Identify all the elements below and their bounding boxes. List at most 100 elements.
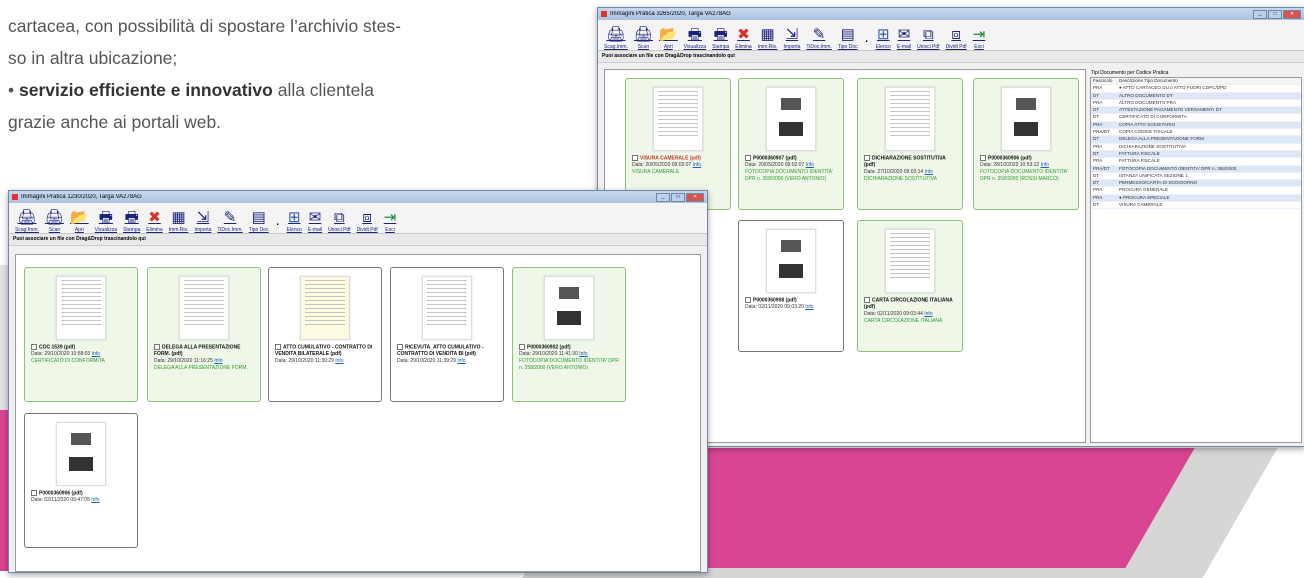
info-link[interactable]: Info	[806, 162, 814, 168]
select-checkbox[interactable]	[745, 297, 751, 303]
table-row[interactable]: PRA COPIA ATTO SOCIETARIO	[1091, 121, 1301, 130]
info-link[interactable]: Info	[335, 358, 343, 364]
select-checkbox[interactable]	[397, 344, 403, 350]
toolbar-label: Scan	[48, 227, 61, 233]
cell-description: PERMESSO/CARTA DI SOGGIORNO	[1119, 180, 1198, 186]
table-row[interactable]: DT CERTIFICATO DI CONFORMITA	[1091, 114, 1301, 122]
toolbar-button-importa[interactable]: ⇲ Importa	[194, 208, 211, 233]
document-card[interactable]: COC 1539 (pdf) Data: 29/10/2020 10:58:03 …	[24, 267, 138, 402]
toolbar-button-importa[interactable]: ⇲ Importa	[783, 25, 800, 50]
toolbar-button-stampa[interactable]: 🖶 Stampa	[712, 25, 729, 50]
toolbar-button-stampa[interactable]: 🖶 Stampa	[123, 208, 140, 233]
document-card[interactable]: P0000360907 (pdf) Data: 20/05/2020 09:02:…	[738, 78, 844, 210]
info-link[interactable]: Info	[805, 304, 813, 310]
toolbar-button-elimina[interactable]: ✖ Elimina	[735, 25, 751, 50]
select-checkbox[interactable]	[519, 344, 525, 350]
toolbar-button-scag-imm-[interactable]: 🖨 Scag.Imm.	[15, 208, 39, 233]
document-card[interactable]: P0000360906 (pdf) Data: 28/10/2020 10:53:…	[973, 78, 1079, 210]
toolbar-button-esci[interactable]: ⇥ Esci	[384, 208, 397, 233]
document-card[interactable]: P0000360906 (pdf) Data: 02/11/2020 09:47:…	[24, 413, 138, 548]
table-row[interactable]: PRA PROCURA GENERALE	[1091, 187, 1301, 195]
table-row[interactable]: PRA ● ATTO CARTACEO DU o ATTO FUORI CDPC/…	[1091, 85, 1301, 93]
document-card[interactable]: DICHIARAZIONE SOSTITUTIVA (pdf) Data: 27/…	[857, 78, 963, 210]
document-card[interactable]: RICEVUTA_ATTO CUMULATIVO - CONTRATTO DI …	[390, 267, 504, 402]
document-card[interactable]: CARTA CIRCOLAZIONE ITALIANA (pdf) Data: 0…	[857, 220, 963, 352]
cell-description: CERTIFICATO DI CONFORMITA	[1119, 114, 1187, 120]
select-checkbox[interactable]	[864, 155, 870, 161]
toolbar-button-imm-ris-[interactable]: ▦ Imm.Ris.	[758, 25, 778, 50]
close-button[interactable]: ✕	[686, 192, 704, 202]
info-link[interactable]: Info	[457, 358, 465, 364]
document-card[interactable]: ATTO CUMULATIVO - CONTRATTO DI VENDITA B…	[268, 267, 382, 402]
info-link[interactable]: Info	[925, 169, 933, 175]
select-checkbox[interactable]	[154, 344, 160, 350]
select-checkbox[interactable]	[31, 344, 37, 350]
table-row[interactable]: DT FATTURA FISCALE	[1091, 150, 1301, 159]
table-row[interactable]: DT DELEGA ALLA PRESENTAZIONE FORM	[1091, 136, 1301, 144]
table-row[interactable]: PRA ALTRO DOCUMENTO PRA	[1091, 100, 1301, 108]
toolbar-button-visualizza[interactable]: 🖶 Visualizza	[684, 25, 706, 50]
table-row[interactable]: DT ALTRO DOCUMENTO DT	[1091, 92, 1301, 100]
toolbar-button-imm-ris-[interactable]: ▦ Imm.Ris.	[169, 208, 189, 233]
exit-icon: ⇥	[972, 26, 986, 43]
toolbar-label: TiDoc.Imm.	[806, 44, 832, 50]
table-row[interactable]: PRA FATTURA FISCALE	[1091, 158, 1301, 166]
toolbar-button-apri[interactable]: 📂 Apri	[70, 208, 89, 233]
table-row[interactable]: PRA DICHIARAZIONE SOSTITUTIVA	[1091, 144, 1301, 151]
email-icon: ✉	[897, 26, 911, 43]
info-link[interactable]: Info	[214, 358, 222, 364]
table-row[interactable]: PRA/DT COPIA CODICE FISCALE	[1091, 129, 1301, 137]
select-checkbox[interactable]	[31, 490, 37, 496]
info-link[interactable]: Info	[579, 351, 587, 357]
toolbar-button-elenco[interactable]: ⊞ Elenco	[876, 25, 891, 50]
select-checkbox[interactable]	[745, 155, 751, 161]
toolbar-button-unisci-pdf[interactable]: ⧉ Unisci Pdf	[328, 208, 351, 233]
toolbar-button-unisci-pdf[interactable]: ⧉ Unisci Pdf	[917, 25, 940, 50]
toolbar-button-e-mail[interactable]: ✉ E-mail	[308, 208, 322, 233]
toolbar-button-elimina[interactable]: ✖ Elimina	[146, 208, 162, 233]
table-row[interactable]: DT PERMESSO/CARTA DI SOGGIORNO	[1091, 180, 1301, 188]
toolbar-button-tipo-doc[interactable]: ▤ Tipo Doc	[838, 25, 858, 50]
info-link[interactable]: Info	[693, 162, 701, 168]
table-row[interactable]: PRA/DT FOTOCOPIA DOCUMENTO IDENTITA' DPR …	[1091, 165, 1301, 173]
minimize-button[interactable]: _	[1253, 9, 1267, 19]
delete-icon: ✖	[737, 26, 750, 43]
toolbar-button-elenco[interactable]: ⊞ Elenco	[287, 208, 302, 233]
document-card[interactable]: P0000360908 (pdf) Data: 02/11/2020 09:03:…	[738, 220, 844, 352]
view-icon: 🖶	[687, 26, 702, 43]
minimize-button[interactable]: _	[656, 192, 670, 202]
card-caption: P0000360902 (pdf) Data: 29/10/2020 11:41:…	[519, 344, 621, 372]
cell-fascicolo: PRA/DT	[1093, 165, 1110, 171]
toolbar-button-tidoc-imm-[interactable]: ✎ TiDoc.Imm.	[217, 208, 242, 233]
toolbar-button-scan[interactable]: 🖨 Scan	[634, 25, 653, 50]
toolbar-button-dividi-pdf[interactable]: ⧈ Dividi Pdf	[946, 25, 967, 50]
info-link[interactable]: Info	[924, 311, 932, 317]
table-row[interactable]: DT ATTESTAZIONE PAGAMENTO VERSAMENTI DT	[1091, 107, 1301, 115]
info-link[interactable]: Info	[92, 351, 100, 357]
select-checkbox[interactable]	[864, 297, 870, 303]
info-link[interactable]: Info	[91, 497, 99, 503]
document-card[interactable]: P0000360902 (pdf) Data: 29/10/2020 11:41:…	[512, 267, 626, 402]
toolbar-button-scag-imm-[interactable]: 🖨 Scag.Imm.	[604, 25, 628, 50]
select-checkbox[interactable]	[632, 155, 638, 161]
toolbar-button-separator: ·	[275, 214, 281, 233]
table-row[interactable]: PRA ● PROCURA SPECIALE	[1091, 194, 1301, 203]
toolbar-button-scan[interactable]: 🖨 Scan	[45, 208, 64, 233]
table-row[interactable]: DT VISURA CAMERALE	[1091, 202, 1301, 210]
toolbar-button-visualizza[interactable]: 🖶 Visualizza	[95, 208, 117, 233]
table-row[interactable]: DT ISTANZA UNIFICATA SEZIONE 1	[1091, 173, 1301, 181]
select-checkbox[interactable]	[275, 344, 281, 350]
close-button[interactable]: ✕	[1283, 9, 1301, 19]
toolbar-button-esci[interactable]: ⇥ Esci	[973, 25, 986, 50]
select-checkbox[interactable]	[980, 155, 986, 161]
maximize-button[interactable]: □	[1268, 9, 1282, 19]
toolbar-button-apri[interactable]: 📂 Apri	[659, 25, 678, 50]
toolbar-button-tidoc-imm-[interactable]: ✎ TiDoc.Imm.	[806, 25, 831, 50]
toolbar-button-dividi-pdf[interactable]: ⧈ Dividi Pdf	[357, 208, 378, 233]
info-link[interactable]: Info	[1041, 162, 1049, 168]
toolbar-button-e-mail[interactable]: ✉ E-mail	[897, 25, 911, 50]
document-card[interactable]: DELEGA ALLA PRESENTAZIONE FORM. (pdf) Dat…	[147, 267, 261, 402]
toolbar-button-tipo-doc[interactable]: ▤ Tipo Doc	[249, 208, 269, 233]
maximize-button[interactable]: □	[671, 192, 685, 202]
toolbar-label: Imm.Ris.	[757, 44, 778, 50]
